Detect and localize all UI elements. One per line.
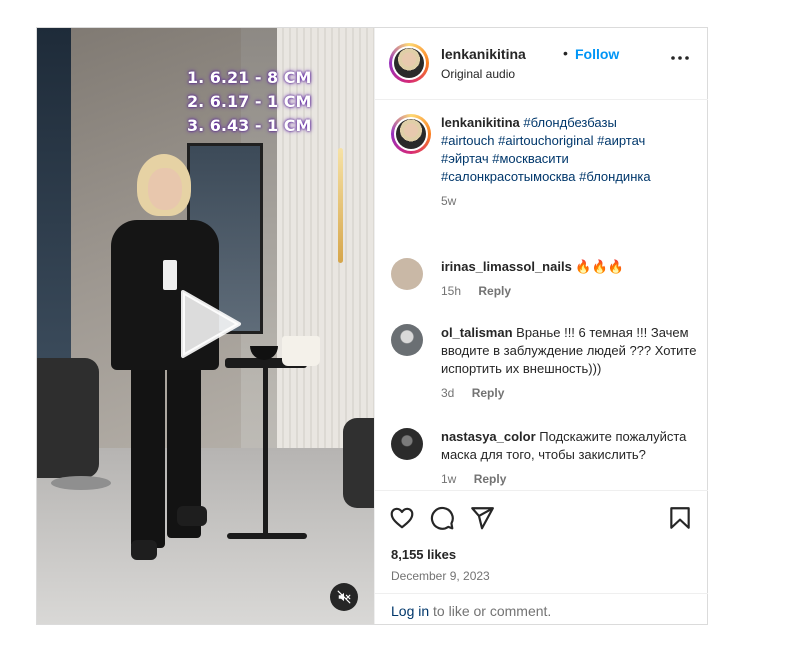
salon-chair bbox=[37, 358, 99, 478]
overlay-line: 3. 6.43 - 1 CM bbox=[187, 116, 312, 135]
reply-button[interactable]: Reply bbox=[474, 472, 507, 486]
heart-icon bbox=[390, 507, 414, 529]
hashtag-link[interactable]: #москвасити bbox=[492, 151, 569, 166]
comment-username[interactable]: irinas_limassol_nails bbox=[441, 259, 572, 274]
audio-label[interactable]: Original audio bbox=[441, 67, 515, 81]
like-button[interactable] bbox=[389, 505, 415, 531]
bookmark-icon bbox=[670, 507, 690, 529]
login-prompt: Log in to like or comment. bbox=[375, 593, 708, 625]
comment-icon bbox=[430, 506, 454, 530]
speaker-muted-icon bbox=[337, 590, 351, 604]
salon-chair-base bbox=[51, 476, 111, 490]
overlay-line: 1. 6.21 - 8 CM bbox=[187, 68, 312, 87]
play-button[interactable] bbox=[175, 286, 245, 362]
post-details-panel: lenkanikitina • Follow Original audio le… bbox=[374, 28, 708, 624]
trolley-base bbox=[227, 533, 307, 539]
salon-chair-right bbox=[343, 418, 374, 508]
save-button[interactable] bbox=[667, 505, 693, 531]
likes-count[interactable]: 8,155 likes bbox=[391, 547, 456, 562]
person-face bbox=[148, 168, 182, 210]
login-link[interactable]: Log in bbox=[391, 603, 429, 619]
product-tub bbox=[282, 336, 320, 366]
hashtag-link[interactable]: #блондбезбазы bbox=[523, 115, 616, 130]
reply-button[interactable]: Reply bbox=[478, 284, 511, 298]
post-video[interactable]: 1. 6.21 - 8 CM 2. 6.17 - 1 CM 3. 6.43 - … bbox=[37, 28, 374, 624]
post-date: December 9, 2023 bbox=[391, 569, 490, 583]
share-icon bbox=[471, 507, 494, 530]
hashtag-link[interactable]: #салонкрасотымосква bbox=[441, 169, 575, 184]
mute-toggle-button[interactable] bbox=[330, 583, 358, 611]
comments-list[interactable]: lenkanikitina #блондбезбазы #airtouch #a… bbox=[375, 100, 708, 490]
comment-time[interactable]: 15h bbox=[441, 284, 461, 298]
comment-avatar[interactable] bbox=[391, 258, 423, 290]
caption-avatar[interactable] bbox=[391, 114, 431, 154]
hashtag-link[interactable]: #эйртач bbox=[441, 151, 489, 166]
login-prompt-text: to like or comment. bbox=[429, 603, 552, 619]
post-actions: 8,155 likes December 9, 2023 Log in to l… bbox=[375, 490, 708, 624]
hashtag-link[interactable]: #аиртач bbox=[597, 133, 645, 148]
video-overlay-text: 1. 6.21 - 8 CM 2. 6.17 - 1 CM 3. 6.43 - … bbox=[187, 66, 337, 138]
overlay-line: 2. 6.17 - 1 CM bbox=[187, 92, 312, 111]
caption-username[interactable]: lenkanikitina bbox=[441, 115, 520, 130]
wall-lamp bbox=[338, 148, 343, 263]
person-shoe-left bbox=[131, 540, 157, 560]
comment-username[interactable]: ol_talisman bbox=[441, 325, 513, 340]
person-leg-left bbox=[131, 358, 165, 548]
background-window-left bbox=[37, 28, 71, 358]
instagram-post: 1. 6.21 - 8 CM 2. 6.17 - 1 CM 3. 6.43 - … bbox=[36, 27, 708, 625]
author-avatar[interactable] bbox=[389, 43, 429, 83]
follow-button[interactable]: Follow bbox=[575, 46, 619, 62]
separator-dot: • bbox=[563, 45, 568, 61]
reply-button[interactable]: Reply bbox=[472, 386, 505, 400]
caption-time[interactable]: 5w bbox=[441, 194, 456, 208]
comment-time[interactable]: 1w bbox=[441, 472, 456, 486]
post-header: lenkanikitina • Follow Original audio bbox=[375, 28, 708, 100]
person-shoe-right bbox=[177, 506, 207, 526]
comment-username[interactable]: nastasya_color bbox=[441, 429, 536, 444]
hashtag-link[interactable]: #airtouchoriginal bbox=[498, 133, 593, 148]
comment-avatar[interactable] bbox=[391, 324, 423, 356]
comment-button[interactable] bbox=[429, 505, 455, 531]
comment-avatar[interactable] bbox=[391, 428, 423, 460]
comment-text: 🔥🔥🔥 bbox=[575, 259, 624, 274]
share-button[interactable] bbox=[469, 505, 495, 531]
author-username[interactable]: lenkanikitina bbox=[441, 46, 526, 62]
hashtag-link[interactable]: #блондинка bbox=[579, 169, 650, 184]
comment-time[interactable]: 3d bbox=[441, 386, 454, 400]
hashtag-link[interactable]: #airtouch bbox=[441, 133, 494, 148]
caption-avatar-image bbox=[396, 119, 426, 149]
more-options-button[interactable] bbox=[670, 50, 690, 66]
play-icon bbox=[181, 290, 241, 358]
more-options-icon bbox=[671, 56, 689, 60]
author-avatar-image bbox=[394, 48, 424, 78]
trolley-pole bbox=[263, 368, 268, 538]
